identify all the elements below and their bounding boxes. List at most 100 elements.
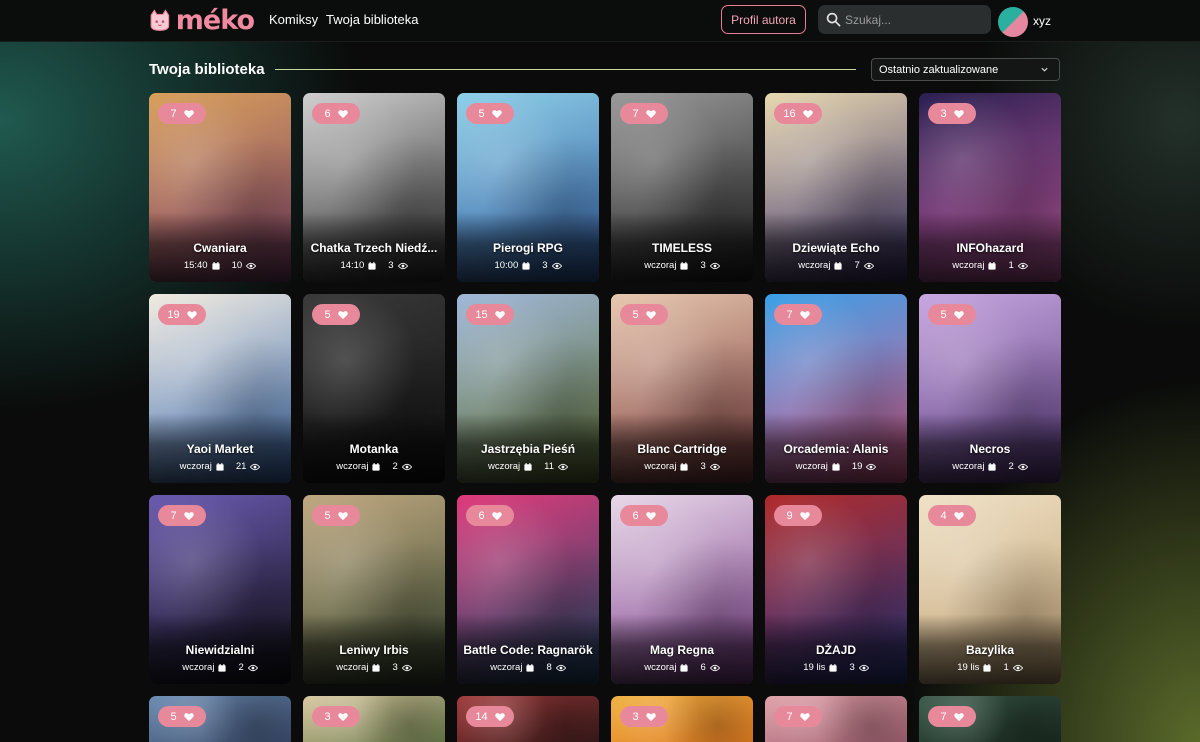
eye-icon <box>709 463 720 470</box>
likes-count: 7 <box>632 107 639 120</box>
likes-badge[interactable]: 7 <box>620 103 668 124</box>
comic-card[interactable]: 6 Battle Code: Ragnarök wczoraj 8 <box>457 495 599 684</box>
likes-count: 6 <box>478 509 485 522</box>
likes-badge[interactable]: 5 <box>312 505 360 526</box>
likes-count: 5 <box>324 509 331 522</box>
author-profile-button[interactable]: Profil autora <box>721 5 806 34</box>
comic-title: Cwaniara <box>193 241 247 255</box>
comic-card-partial[interactable]: 14 <box>457 696 599 742</box>
likes-badge[interactable]: 6 <box>620 505 668 526</box>
comic-card[interactable]: 5 Pierogi RPG 10:00 3 <box>457 93 599 282</box>
comic-card[interactable]: 5 Blanc Cartridge wczoraj 3 <box>611 294 753 483</box>
likes-count: 7 <box>170 107 177 120</box>
likes-badge[interactable]: 6 <box>466 505 514 526</box>
likes-badge[interactable]: 15 <box>466 304 514 325</box>
likes-badge[interactable]: 5 <box>928 304 976 325</box>
comic-meta: wczoraj 3 <box>303 662 445 673</box>
likes-badge[interactable]: 7 <box>774 706 822 727</box>
views-count: 6 <box>700 662 706 673</box>
comic-card[interactable]: 19 Yaoi Market wczoraj 21 <box>149 294 291 483</box>
comic-card[interactable]: 4 Bazylika 19 lis 1 <box>919 495 1061 684</box>
likes-badge[interactable]: 16 <box>774 103 822 124</box>
nav-comics[interactable]: Komiksy <box>269 12 318 27</box>
comic-card[interactable]: 7 Cwaniara 15:40 10 <box>149 93 291 282</box>
comic-card[interactable]: 7 Niewidzialni wczoraj 2 <box>149 495 291 684</box>
updated-date: wczoraj <box>644 662 677 673</box>
eye-icon <box>397 262 408 269</box>
heart-icon <box>337 511 348 520</box>
comic-card[interactable]: 5 Leniwy Irbis wczoraj 3 <box>303 495 445 684</box>
views-info: 8 <box>546 662 566 673</box>
views-count: 3 <box>700 461 706 472</box>
views-count: 11 <box>544 461 555 472</box>
comic-card[interactable]: 16 Dziewiąte Echo wczoraj 7 <box>765 93 907 282</box>
likes-badge[interactable]: 7 <box>158 103 206 124</box>
updated-info: wczoraj <box>490 662 535 673</box>
comic-card[interactable]: 6 Chatka Trzech Niedź... 14:10 3 <box>303 93 445 282</box>
sort-select[interactable]: Ostatnio zaktualizowane <box>871 58 1060 81</box>
views-count: 19 <box>851 461 863 472</box>
calendar-icon <box>983 663 992 672</box>
comic-meta: wczoraj 7 <box>765 260 907 271</box>
heart-icon <box>491 109 502 118</box>
likes-badge[interactable]: 3 <box>312 706 360 727</box>
updated-info: wczoraj <box>644 260 689 271</box>
comic-card-partial[interactable]: 3 <box>303 696 445 742</box>
likes-badge[interactable]: 9 <box>774 505 822 526</box>
views-count: 1 <box>1008 260 1014 271</box>
comic-card-partial[interactable]: 7 <box>919 696 1061 742</box>
comic-title: Chatka Trzech Niedź... <box>310 241 438 255</box>
comic-card[interactable]: 5 Motanka wczoraj 2 <box>303 294 445 483</box>
eye-icon <box>858 664 869 671</box>
comic-card[interactable]: 15 Jastrzębia Pieśń wczoraj 11 <box>457 294 599 483</box>
comic-card[interactable]: 7 TIMELESS wczoraj 3 <box>611 93 753 282</box>
search-input[interactable] <box>845 5 985 34</box>
nav-library[interactable]: Twoja biblioteka <box>326 12 419 27</box>
comic-card[interactable]: 6 Mag Regna wczoraj 6 <box>611 495 753 684</box>
comic-title: Dziewiąte Echo <box>792 241 880 255</box>
heart-icon <box>494 712 505 721</box>
search-box[interactable] <box>818 5 991 34</box>
avatar[interactable] <box>998 7 1028 37</box>
likes-badge[interactable]: 5 <box>466 103 514 124</box>
likes-badge[interactable]: 4 <box>928 505 976 526</box>
comic-card[interactable]: 5 Necros wczoraj 2 <box>919 294 1061 483</box>
comic-card[interactable]: 3 INFOhazard wczoraj 1 <box>919 93 1061 282</box>
comic-title: Necros <box>969 442 1011 456</box>
calendar-icon <box>988 462 997 471</box>
comic-card[interactable]: 9 DŻAJD 19 lis 3 <box>765 495 907 684</box>
meko-logo[interactable]: méko <box>148 3 255 37</box>
calendar-icon <box>834 261 843 270</box>
comic-card-partial[interactable]: 3 <box>611 696 753 742</box>
likes-badge[interactable]: 7 <box>774 304 822 325</box>
likes-badge[interactable]: 7 <box>928 706 976 727</box>
likes-badge[interactable]: 19 <box>158 304 206 325</box>
comic-title: Battle Code: Ragnarök <box>463 643 593 657</box>
comic-title: Blanc Cartridge <box>637 442 727 456</box>
heart-icon <box>645 511 656 520</box>
likes-badge[interactable]: 5 <box>620 304 668 325</box>
comic-card-partial[interactable]: 7 <box>765 696 907 742</box>
likes-badge[interactable]: 3 <box>620 706 668 727</box>
logo-text: méko <box>175 4 255 36</box>
eye-icon <box>555 664 566 671</box>
eye-icon <box>866 463 877 470</box>
comic-card-partial[interactable]: 5 <box>149 696 291 742</box>
likes-badge[interactable]: 6 <box>312 103 360 124</box>
username[interactable]: xyz <box>1033 14 1051 28</box>
likes-count: 3 <box>940 107 947 120</box>
likes-badge[interactable]: 5 <box>312 304 360 325</box>
likes-badge[interactable]: 5 <box>158 706 206 727</box>
likes-badge[interactable]: 7 <box>158 505 206 526</box>
comic-card[interactable]: 7 Orcademia: Alanis wczoraj 19 <box>765 294 907 483</box>
eye-icon <box>863 262 874 269</box>
updated-info: wczoraj <box>644 461 689 472</box>
likes-badge[interactable]: 3 <box>928 103 976 124</box>
calendar-icon <box>829 663 838 672</box>
views-count: 3 <box>388 260 394 271</box>
eye-icon <box>1017 262 1028 269</box>
views-info: 6 <box>700 662 720 673</box>
likes-badge[interactable]: 14 <box>466 706 514 727</box>
comic-meta: wczoraj 3 <box>611 461 753 472</box>
views-count: 21 <box>235 461 247 472</box>
